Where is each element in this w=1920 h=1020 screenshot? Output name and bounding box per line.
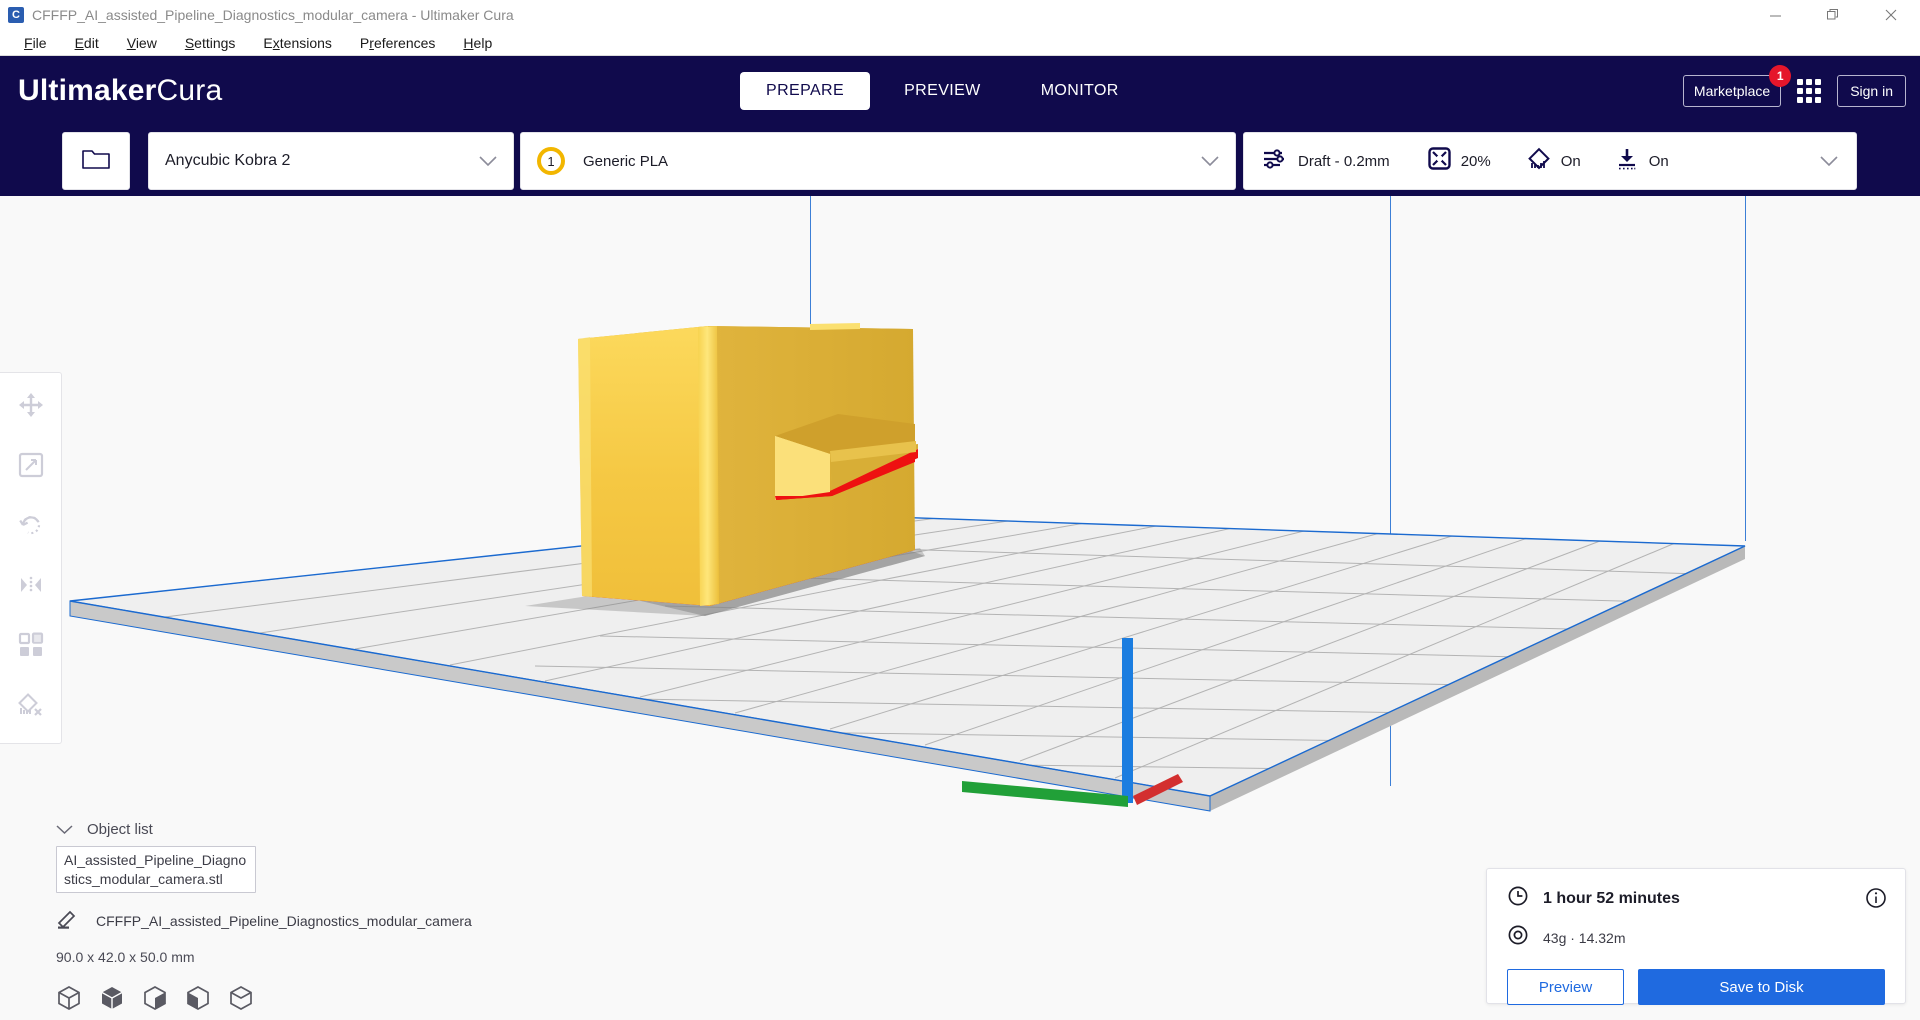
cube-outline-icon[interactable]: [228, 985, 254, 1014]
tab-preview[interactable]: PREVIEW: [878, 72, 1007, 110]
build-plate: [69, 515, 1746, 812]
header-actions: Marketplace 1 Sign in: [1682, 56, 1906, 126]
menu-preferences[interactable]: Preferences: [346, 32, 450, 54]
object-list-header[interactable]: Object list: [56, 821, 516, 838]
menu-help[interactable]: Help: [449, 32, 506, 54]
spool-icon: [1507, 924, 1529, 951]
infill-icon: [1427, 147, 1451, 175]
infill-group: 20%: [1427, 147, 1491, 175]
cura-application-window: C CFFFP_AI_assisted_Pipeline_Diagnostics…: [0, 0, 1920, 1020]
menu-edit[interactable]: Edit: [61, 32, 113, 54]
save-to-disk-button[interactable]: Save to Disk: [1638, 969, 1885, 1005]
window-title: CFFFP_AI_assisted_Pipeline_Diagnostics_m…: [32, 7, 514, 23]
grid-dot: [1806, 97, 1813, 103]
material-selector[interactable]: 1 Generic PLA: [520, 132, 1236, 190]
support-group: On: [1527, 147, 1581, 176]
mirror-tool[interactable]: [11, 565, 51, 605]
3d-viewport[interactable]: Object list AI_assisted_Pipeline_Diagnos…: [0, 196, 1920, 1020]
chevron-down-icon: [1201, 155, 1219, 167]
object-filename-tooltip: AI_assisted_Pipeline_Diagnostics_modular…: [56, 846, 256, 893]
menu-settings[interactable]: Settings: [171, 32, 250, 54]
printer-selector[interactable]: Anycubic Kobra 2: [148, 132, 514, 190]
tab-monitor[interactable]: MONITOR: [1015, 72, 1145, 110]
chevron-down-icon: [56, 822, 73, 838]
menu-file[interactable]: File: [10, 32, 61, 54]
sliders-icon: [1262, 148, 1288, 175]
restore-button[interactable]: [1804, 0, 1862, 30]
app-logo-icon: C: [8, 7, 24, 23]
minimize-button[interactable]: [1746, 0, 1804, 30]
object-name: CFFFP_AI_assisted_Pipeline_Diagnostics_m…: [96, 912, 472, 929]
print-time-row: 1 hour 52 minutes: [1507, 885, 1885, 912]
chevron-down-icon[interactable]: [1820, 155, 1838, 167]
marketplace-wrapper: Marketplace 1: [1682, 65, 1792, 107]
material-usage-value: 43g · 14.32m: [1543, 929, 1626, 946]
window-controls: [1746, 0, 1920, 30]
extruder-number-icon: 1: [537, 147, 565, 175]
preview-button[interactable]: Preview: [1507, 969, 1624, 1005]
per-model-settings-tool[interactable]: [11, 625, 51, 665]
grid-dot: [1815, 79, 1822, 85]
grid-dot: [1806, 88, 1813, 94]
model-tools-toolbar: [0, 372, 62, 744]
marketplace-badge: 1: [1769, 65, 1792, 87]
info-icon[interactable]: [1865, 887, 1887, 914]
printer-name: Anycubic Kobra 2: [165, 152, 291, 169]
clock-icon: [1507, 885, 1529, 912]
profile-group: Draft - 0.2mm: [1262, 148, 1390, 175]
grid-dot: [1815, 97, 1822, 103]
close-button[interactable]: [1862, 0, 1920, 30]
logo-ultimaker: Ultimaker: [18, 74, 157, 107]
cube-layers-icon[interactable]: [185, 985, 211, 1014]
grid-dot: [1815, 88, 1822, 94]
title-bar: C CFFFP_AI_assisted_Pipeline_Diagnostics…: [0, 0, 1920, 30]
print-time-value: 1 hour 52 minutes: [1543, 889, 1680, 907]
cube-solid-icon[interactable]: [99, 985, 125, 1014]
pencil-icon: [56, 909, 78, 932]
adhesion-group: On: [1615, 147, 1669, 176]
cube-xray-icon[interactable]: [142, 985, 168, 1014]
cube-wireframe-icon[interactable]: [56, 985, 82, 1014]
object-list-panel: Object list AI_assisted_Pipeline_Diagnos…: [56, 821, 516, 1014]
adhesion-icon: [1615, 147, 1639, 176]
material-usage-row: 43g · 14.32m: [1507, 924, 1885, 951]
marketplace-button[interactable]: Marketplace: [1682, 75, 1782, 107]
object-list-label: Object list: [87, 821, 153, 839]
apps-grid-icon[interactable]: [1793, 75, 1825, 107]
print-info-panel: 1 hour 52 minutes 43g · 14.32m Preview S…: [1486, 868, 1906, 1005]
grid-dot: [1797, 79, 1804, 85]
grid-dot: [1797, 88, 1804, 94]
menu-view[interactable]: View: [113, 32, 171, 54]
cura-logo: UltimakerCura: [18, 74, 222, 108]
scale-tool[interactable]: [11, 445, 51, 485]
adhesion-label: On: [1648, 152, 1669, 170]
view-mode-icons: [56, 985, 516, 1014]
print-settings-selector[interactable]: Draft - 0.2mm 20% On On: [1243, 132, 1857, 190]
object-dimensions: 90.0 x 42.0 x 50.0 mm: [56, 949, 195, 965]
support-blocker-tool[interactable]: [11, 685, 51, 725]
grid-dot: [1806, 79, 1813, 85]
menu-bar: File Edit View Settings Extensions Prefe…: [0, 30, 1920, 56]
stage-tabs: PREPARE PREVIEW MONITOR: [740, 56, 1145, 126]
open-file-button[interactable]: [62, 132, 130, 190]
infill-label: 20%: [1460, 152, 1491, 170]
grid-dot: [1797, 97, 1804, 103]
sign-in-button[interactable]: Sign in: [1837, 75, 1906, 107]
support-label: On: [1560, 152, 1581, 170]
object-name-row[interactable]: CFFFP_AI_assisted_Pipeline_Diagnostics_m…: [56, 909, 516, 932]
move-tool[interactable]: [11, 385, 51, 425]
menu-extensions[interactable]: Extensions: [249, 32, 346, 54]
profile-label: Draft - 0.2mm: [1298, 152, 1390, 170]
logo-cura: Cura: [156, 74, 223, 107]
tab-prepare[interactable]: PREPARE: [740, 72, 871, 110]
configuration-bar: Anycubic Kobra 2 1 Generic PLA Draft - 0…: [0, 126, 1920, 196]
support-icon: [1527, 147, 1551, 176]
rotate-tool[interactable]: [11, 505, 51, 545]
cura-header: UltimakerCura PREPARE PREVIEW MONITOR Ma…: [0, 56, 1920, 126]
material-name: Generic PLA: [583, 152, 669, 170]
print-actions: Preview Save to Disk: [1507, 969, 1885, 1005]
folder-icon: [81, 146, 111, 177]
chevron-down-icon: [479, 155, 497, 167]
